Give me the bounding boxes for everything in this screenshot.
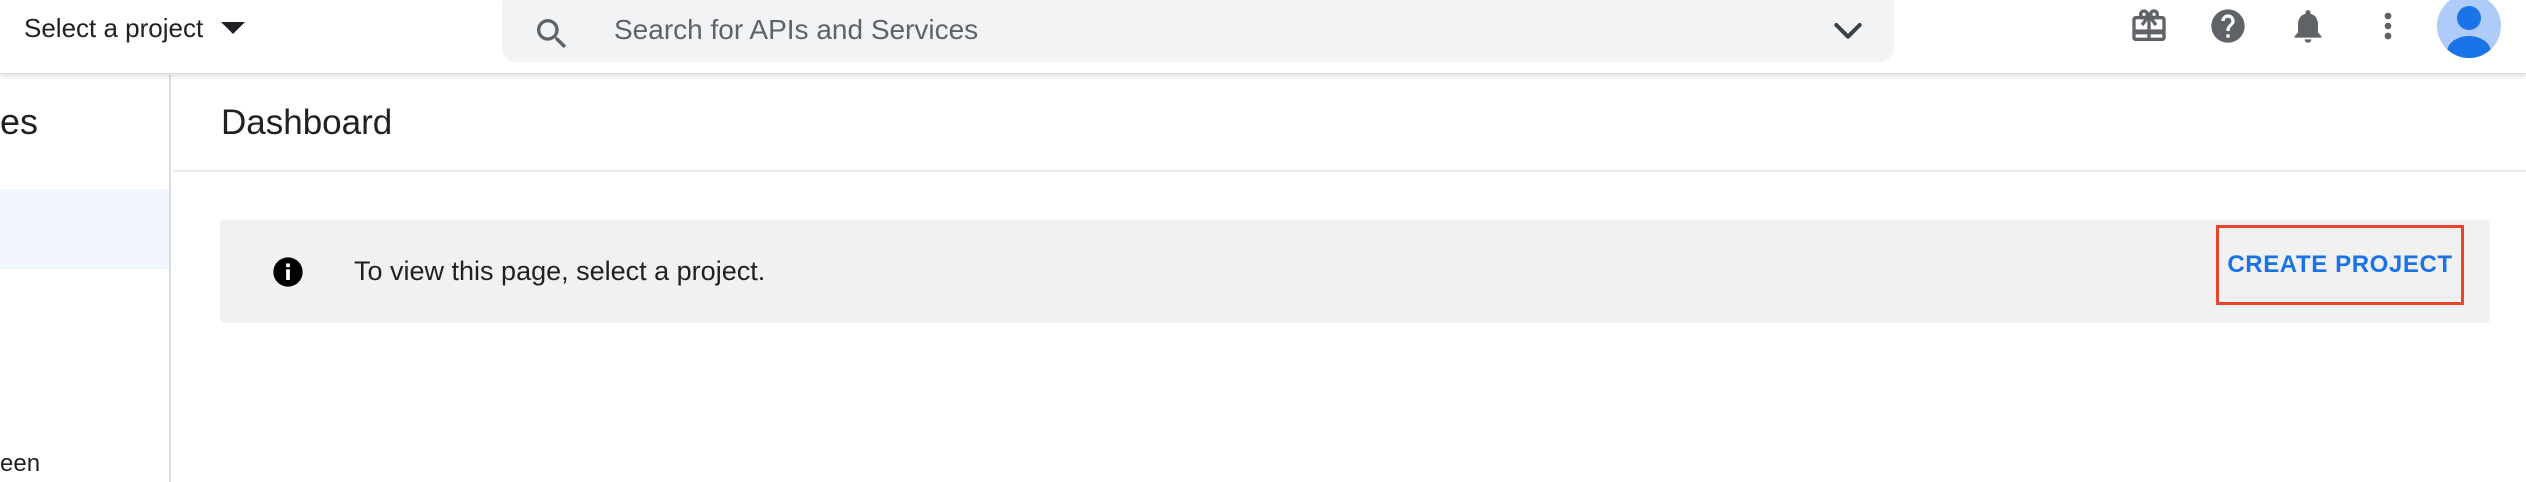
help-icon[interactable] xyxy=(2208,6,2248,46)
top-app-bar: Select a project xyxy=(0,0,2526,74)
more-vert-icon[interactable] xyxy=(2368,6,2408,46)
search-bar[interactable] xyxy=(502,0,1894,62)
search-icon[interactable] xyxy=(532,14,572,54)
left-nav-sidebar: es een xyxy=(0,75,171,482)
gift-icon[interactable] xyxy=(2129,6,2169,46)
caret-down-icon xyxy=(221,22,246,34)
sidebar-item-oauth-consent-screen[interactable]: een xyxy=(0,450,40,478)
notifications-icon[interactable] xyxy=(2288,6,2328,46)
project-picker-label: Select a project xyxy=(24,12,204,43)
sidebar-item-dashboard[interactable] xyxy=(0,189,169,269)
project-picker-button[interactable]: Select a project xyxy=(24,8,246,48)
chevron-down-icon[interactable] xyxy=(1828,10,1868,50)
sidebar-title: es xyxy=(0,101,39,142)
search-input[interactable] xyxy=(612,8,1712,52)
create-project-button[interactable]: CREATE PROJECT xyxy=(2216,225,2464,305)
select-project-notice: To view this page, select a project. CRE… xyxy=(220,220,2490,323)
page-header: Dashboard xyxy=(173,75,2526,172)
person-icon xyxy=(2447,6,2491,58)
account-avatar[interactable] xyxy=(2437,0,2501,58)
notice-message: To view this page, select a project. xyxy=(354,256,766,286)
page-title: Dashboard xyxy=(221,103,393,142)
info-icon xyxy=(273,257,303,287)
